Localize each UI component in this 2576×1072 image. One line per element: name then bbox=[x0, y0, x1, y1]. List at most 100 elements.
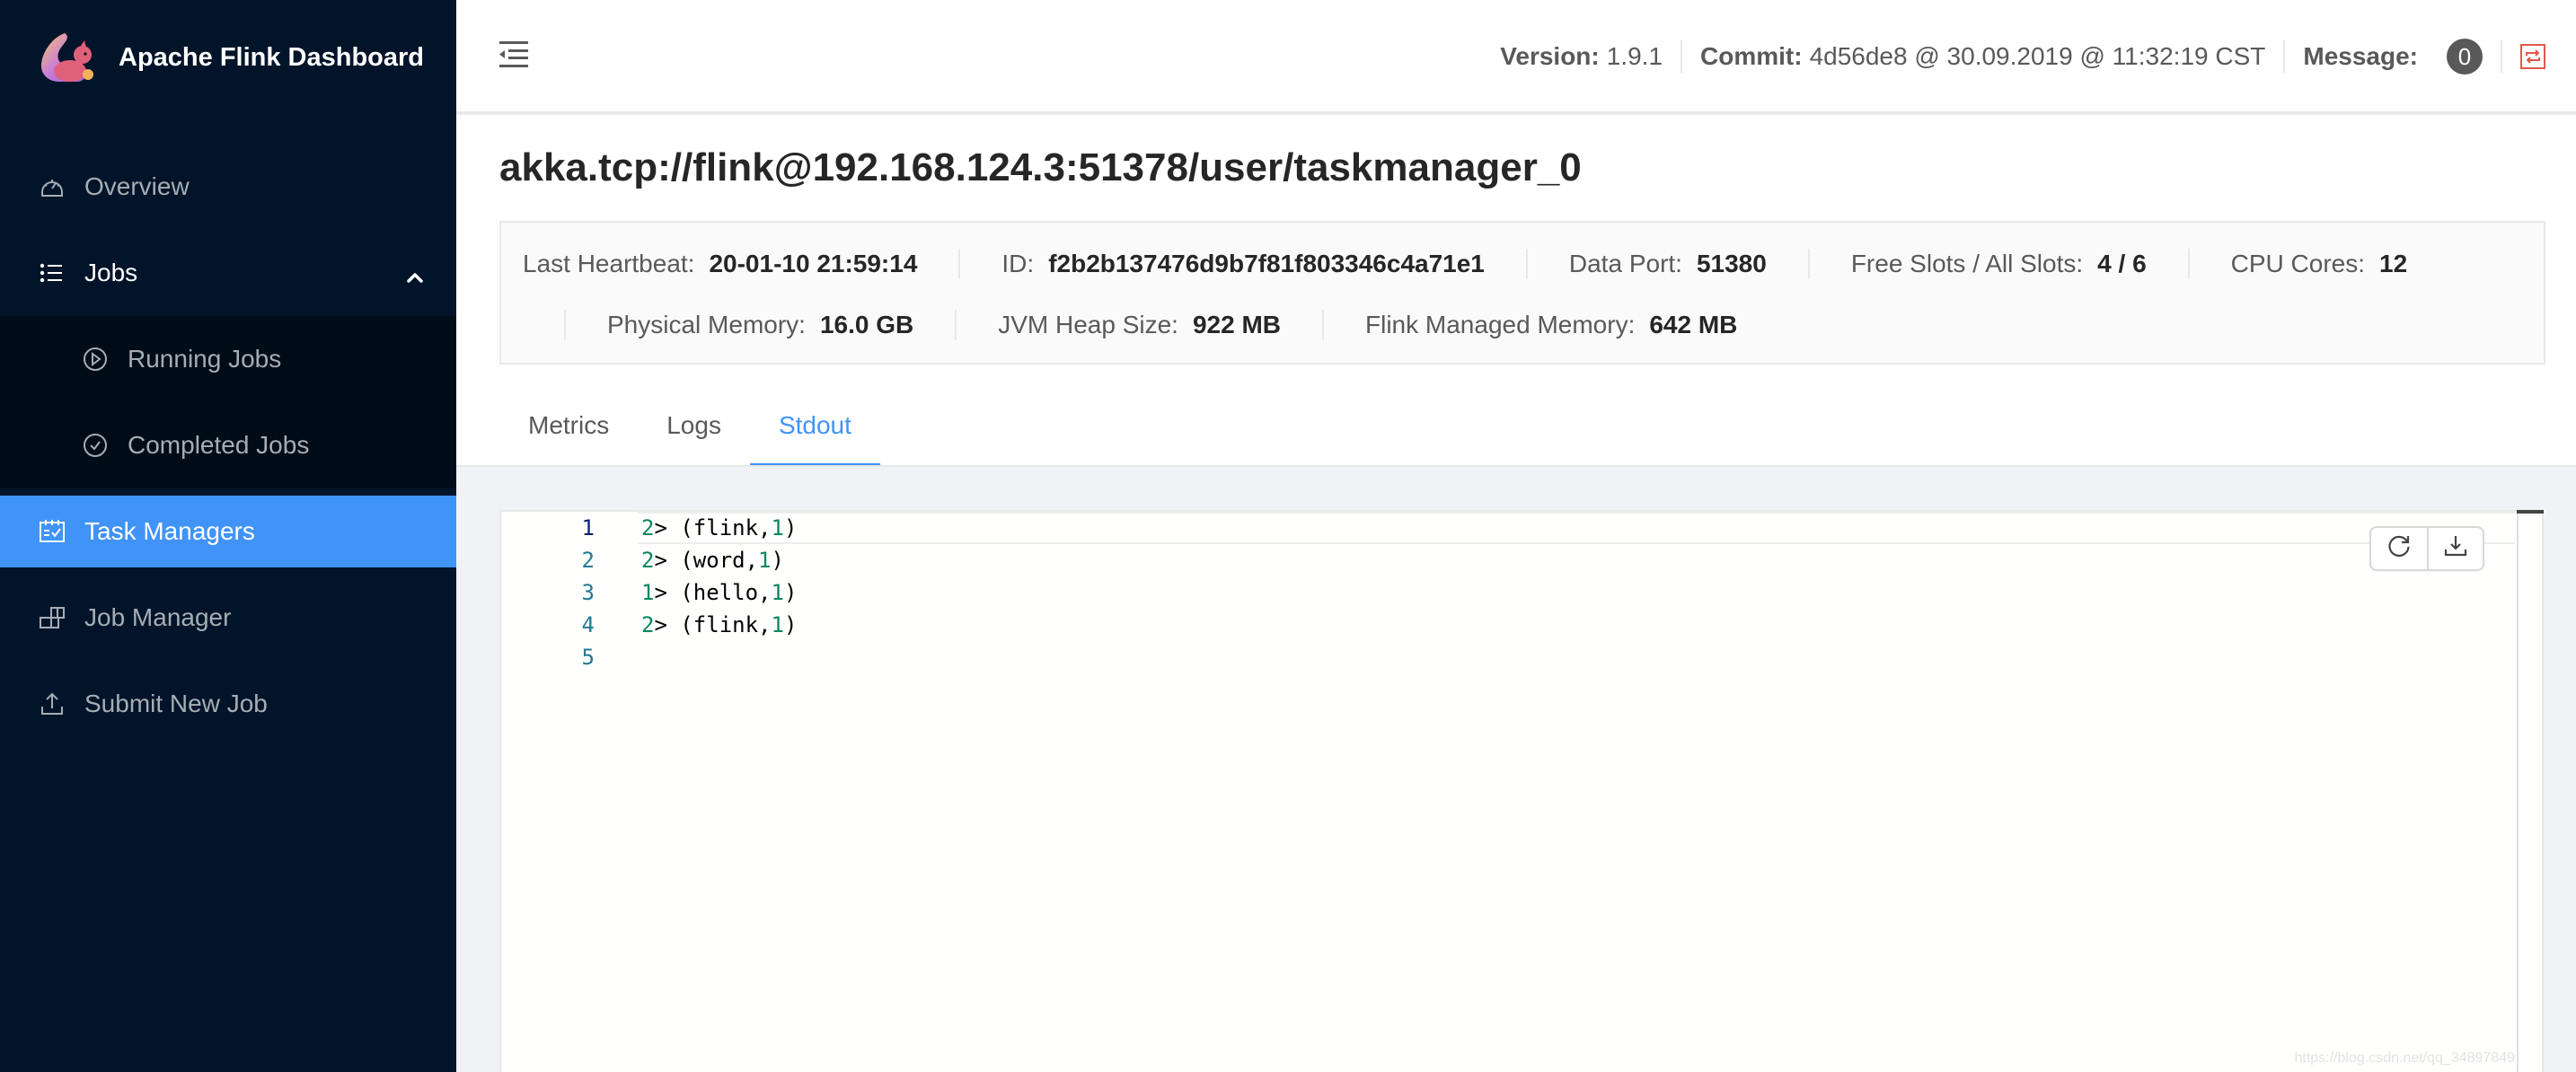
subtask-index: 1 bbox=[641, 580, 655, 605]
watermark: https://blog.csdn.net/qq_34897849 bbox=[2294, 1050, 2515, 1066]
sidebar-menu: Overview Jobs Running Jobs Completed Job… bbox=[0, 144, 456, 747]
code-text: ) bbox=[783, 612, 798, 637]
sidebar-item-label: Submit New Job bbox=[84, 690, 268, 717]
commit-label: Commit: bbox=[1700, 42, 1803, 70]
sidebar-item-label: Running Jobs bbox=[128, 345, 282, 373]
scrollbar-thumb[interactable] bbox=[2517, 510, 2544, 514]
check-circle-icon bbox=[83, 433, 108, 458]
tab-logs[interactable]: Logs bbox=[638, 384, 750, 467]
stdout-editor[interactable]: 1 2 3 4 5 2> (flink,1) 2> (word,1) 1> (h… bbox=[499, 510, 2544, 1072]
download-icon bbox=[2443, 533, 2468, 564]
sidebar-item-completed-jobs[interactable]: Completed Jobs bbox=[0, 402, 456, 488]
sidebar-item-label: Jobs bbox=[84, 259, 138, 286]
info-label: Free Slots / All Slots: bbox=[1850, 250, 2084, 277]
schedule-icon bbox=[40, 519, 65, 544]
tab-metrics[interactable]: Metrics bbox=[499, 384, 638, 467]
header-info: Version: 1.9.1 Commit: 4d56de8 @ 30.09.2… bbox=[1482, 0, 2576, 113]
sidebar-item-label: Task Managers bbox=[84, 517, 255, 545]
last-heartbeat: Last Heartbeat: 20-01-10 21:59:14 bbox=[523, 249, 958, 279]
code-area[interactable]: 2> (flink,1) 2> (word,1) 1> (hello,1) 2>… bbox=[638, 512, 2515, 673]
message-count-badge[interactable]: 0 bbox=[2447, 39, 2483, 75]
code-text: ) bbox=[783, 515, 798, 540]
jobs-submenu: Running Jobs Completed Jobs bbox=[0, 316, 456, 488]
version-label: Version: bbox=[1500, 42, 1600, 70]
physical-memory: Physical Memory: 16.0 GB bbox=[564, 310, 955, 340]
count-value: 1 bbox=[771, 612, 784, 637]
info-value: 12 bbox=[2379, 250, 2408, 277]
info-label: Physical Memory: bbox=[607, 311, 806, 338]
task-manager-id: ID: f2b2b137476d9b7f81f803346c4a71e1 bbox=[958, 249, 1525, 279]
code-text: > (flink, bbox=[654, 612, 772, 637]
info-value: 51380 bbox=[1696, 250, 1767, 277]
code-line: 2> (flink,1) bbox=[641, 609, 2515, 641]
sync-icon[interactable] bbox=[2520, 44, 2545, 69]
info-value: 16.0 GB bbox=[819, 311, 914, 338]
code-text: > (word, bbox=[654, 548, 759, 573]
sidebar-item-submit-new-job[interactable]: Submit New Job bbox=[0, 661, 456, 747]
message-info[interactable]: Message: 0 bbox=[2285, 39, 2502, 75]
message-label: Message: bbox=[2303, 42, 2418, 70]
slots: Free Slots / All Slots: 4 / 6 bbox=[1807, 249, 2188, 279]
info-value: 922 MB bbox=[1192, 311, 1282, 338]
reload-button[interactable] bbox=[2371, 528, 2427, 569]
version-info: Version: 1.9.1 bbox=[1482, 40, 1683, 73]
info-row: Physical Memory: 16.0 GB JVM Heap Size: 92… bbox=[564, 307, 1778, 343]
editor-scrollbar[interactable] bbox=[2517, 510, 2544, 1072]
chevron-up-icon[interactable] bbox=[406, 262, 424, 291]
upload-icon bbox=[40, 691, 65, 716]
commit-value: 4d56de8 @ 30.09.2019 @ 11:32:19 CST bbox=[1809, 42, 2266, 70]
info-row: Last Heartbeat: 20-01-10 21:59:14 ID: f2b2… bbox=[523, 246, 2448, 282]
count-value: 1 bbox=[758, 548, 772, 573]
code-text: > (hello, bbox=[654, 580, 772, 605]
line-number: 3 bbox=[581, 580, 595, 605]
count-value: 1 bbox=[771, 580, 784, 605]
code-text: ) bbox=[771, 548, 784, 573]
subtask-index: 2 bbox=[641, 548, 655, 573]
code-line: 2> (flink,1) bbox=[638, 512, 2515, 544]
data-port: Data Port: 51380 bbox=[1525, 249, 1808, 279]
sync-area bbox=[2502, 40, 2576, 73]
info-label: Data Port: bbox=[1568, 250, 1682, 277]
flink-squirrel-logo-icon bbox=[38, 28, 97, 87]
main-content: akka.tcp://flink@192.168.124.3:51378/use… bbox=[456, 115, 2576, 1072]
count-value: 1 bbox=[771, 515, 784, 540]
menu-fold-icon[interactable] bbox=[499, 40, 528, 68]
line-number: 1 bbox=[581, 515, 595, 540]
sidebar-item-label: Job Manager bbox=[84, 603, 232, 631]
line-number: 2 bbox=[581, 548, 595, 573]
sidebar-item-running-jobs[interactable]: Running Jobs bbox=[0, 316, 456, 402]
sidebar-item-overview[interactable]: Overview bbox=[0, 144, 456, 230]
line-number-gutter: 1 2 3 4 5 bbox=[501, 512, 627, 1072]
download-button[interactable] bbox=[2427, 528, 2483, 569]
line-number: 5 bbox=[581, 645, 595, 670]
info-label: ID: bbox=[1001, 250, 1035, 277]
info-label: Last Heartbeat: bbox=[523, 250, 695, 277]
top-header: Version: 1.9.1 Commit: 4d56de8 @ 30.09.2… bbox=[456, 0, 2576, 113]
editor-toolbar bbox=[2369, 526, 2484, 571]
logo[interactable]: Apache Flink Dashboard bbox=[38, 22, 424, 93]
task-manager-info-card: Last Heartbeat: 20-01-10 21:59:14 ID: f2b2… bbox=[499, 221, 2545, 365]
reload-icon bbox=[2386, 533, 2412, 564]
play-circle-icon bbox=[83, 347, 108, 372]
commit-info: Commit: 4d56de8 @ 30.09.2019 @ 11:32:19 … bbox=[1682, 40, 2286, 73]
info-label: JVM Heap Size: bbox=[998, 311, 1178, 338]
info-value: f2b2b137476d9b7f81f803346c4a71e1 bbox=[1048, 250, 1485, 277]
sidebar-item-job-manager[interactable]: Job Manager bbox=[0, 575, 456, 661]
tab-stdout[interactable]: Stdout bbox=[749, 384, 880, 467]
info-label: Flink Managed Memory: bbox=[1365, 311, 1636, 338]
task-manager-summary: akka.tcp://flink@192.168.124.3:51378/use… bbox=[456, 115, 2576, 467]
code-line: 1> (hello,1) bbox=[641, 576, 2515, 609]
info-value: 4 / 6 bbox=[2097, 250, 2147, 277]
page-title: akka.tcp://flink@192.168.124.3:51378/use… bbox=[499, 145, 1582, 189]
build-icon bbox=[40, 605, 65, 630]
code-line: 2> (word,1) bbox=[641, 544, 2515, 576]
sidebar-item-label: Overview bbox=[84, 172, 190, 200]
sidebar-item-jobs[interactable]: Jobs bbox=[0, 230, 456, 316]
jvm-heap-size: JVM Heap Size: 922 MB bbox=[955, 310, 1322, 340]
app-title: Apache Flink Dashboard bbox=[119, 42, 425, 72]
info-value: 642 MB bbox=[1649, 311, 1738, 338]
sidebar-item-task-managers[interactable]: Task Managers bbox=[0, 496, 456, 567]
info-value: 20-01-10 21:59:14 bbox=[709, 250, 918, 277]
info-label: CPU Cores: bbox=[2230, 250, 2366, 277]
version-value: 1.9.1 bbox=[1606, 42, 1663, 70]
